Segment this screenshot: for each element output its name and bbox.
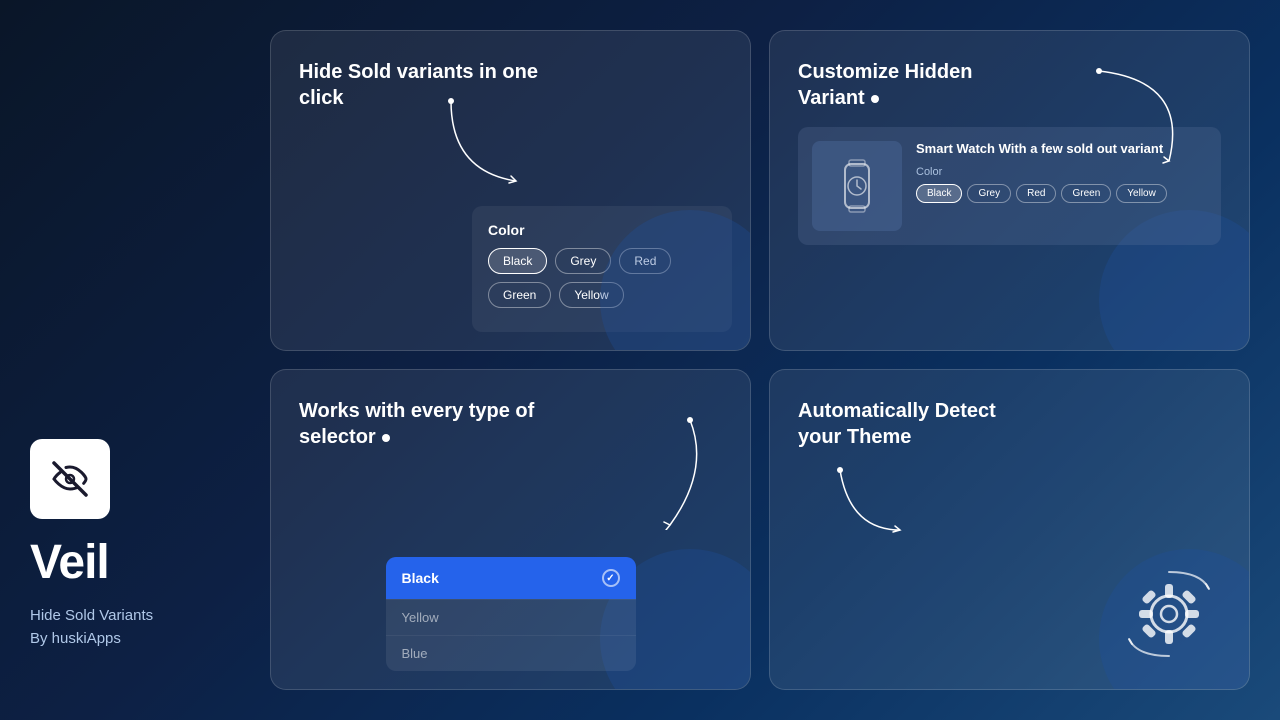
- prod-btn-black[interactable]: Black: [916, 184, 962, 203]
- brand-tagline: Hide Sold Variants By huskiApps: [30, 605, 250, 650]
- card-customize-hidden: Customize Hidden Variant: [769, 30, 1250, 351]
- arrow3-svg: [620, 410, 720, 530]
- bullet-dot: [871, 95, 879, 103]
- arrow4-svg: [820, 450, 920, 550]
- prod-btn-red[interactable]: Red: [1016, 184, 1056, 203]
- arrow1-svg: [441, 91, 531, 191]
- card-selector-types: Works with every type of selector Black …: [270, 369, 751, 690]
- dropdown-option-blue[interactable]: Blue: [386, 635, 636, 671]
- sidebar: Veil Hide Sold Variants By huskiApps: [30, 30, 250, 690]
- prod-btn-grey[interactable]: Grey: [967, 184, 1011, 203]
- prod-btn-yellow[interactable]: Yellow: [1116, 184, 1167, 203]
- color-btn-red[interactable]: Red: [619, 248, 671, 274]
- dropdown-selected-option[interactable]: Black ✓: [386, 557, 636, 599]
- color-row-2: Green Yellow: [488, 282, 716, 308]
- color-btn-grey[interactable]: Grey: [555, 248, 611, 274]
- prod-btn-green[interactable]: Green: [1061, 184, 1111, 203]
- gear-icon: [1119, 564, 1219, 664]
- color-label: Color: [488, 222, 716, 238]
- arrow2-svg: [1069, 61, 1189, 171]
- color-row-1: Black Grey Red: [488, 248, 716, 274]
- color-btn-black[interactable]: Black: [488, 248, 547, 274]
- card2-title: Customize Hidden Variant: [798, 59, 1038, 111]
- color-btn-yellow[interactable]: Yellow: [559, 282, 623, 308]
- watch-icon: [827, 156, 887, 216]
- color-selector-box: Color Black Grey Red Green Yellow: [472, 206, 732, 332]
- main-layout: Veil Hide Sold Variants By huskiApps Hid…: [0, 0, 1280, 720]
- card4-title: Automatically Detect your Theme: [798, 398, 1038, 450]
- dropdown-option-yellow[interactable]: Yellow: [386, 599, 636, 635]
- eye-slash-icon: [48, 457, 92, 501]
- logo-icon-wrap: [30, 439, 110, 519]
- watch-image: [812, 141, 902, 231]
- check-icon: ✓: [602, 569, 620, 587]
- brand-name: Veil: [30, 539, 250, 587]
- dropdown-box: Black ✓ Yellow Blue: [386, 557, 636, 671]
- color-btn-green[interactable]: Green: [488, 282, 551, 308]
- product-color-buttons: Black Grey Red Green Yellow: [916, 184, 1207, 203]
- card3-title: Works with every type of selector: [299, 398, 539, 450]
- card-hide-sold: Hide Sold variants in one click Color Bl…: [270, 30, 751, 351]
- bullet-dot-3: [382, 434, 390, 442]
- gear-container: [1119, 564, 1219, 669]
- card-auto-detect: Automatically Detect your Theme: [769, 369, 1250, 690]
- cards-grid: Hide Sold variants in one click Color Bl…: [270, 30, 1250, 690]
